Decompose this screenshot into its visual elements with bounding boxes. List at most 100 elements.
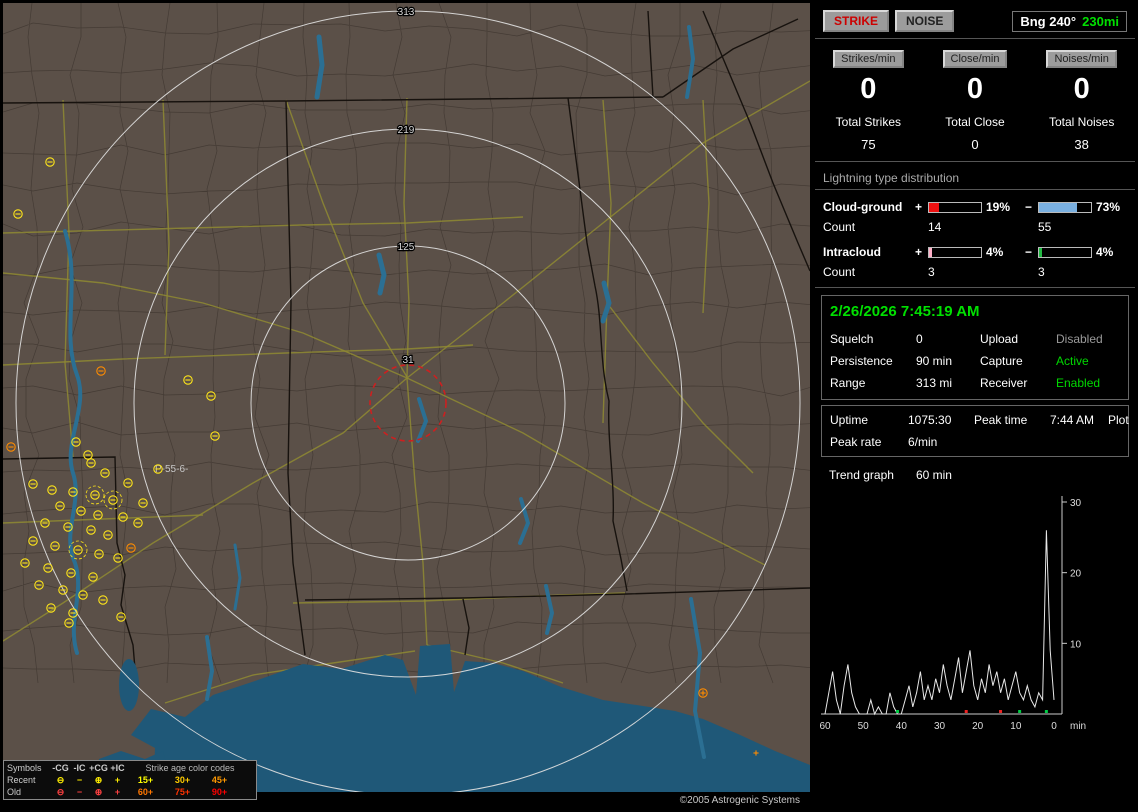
trend-green-mark <box>896 710 900 713</box>
status-box: 2/26/2026 7:45:19 AM Squelch 0 Upload Di… <box>821 295 1129 400</box>
age-code-45: 45+ <box>211 775 228 785</box>
uptime-value: 1075:30 <box>908 413 952 427</box>
trend-y-tick-label: 20 <box>1070 569 1082 580</box>
bearing-readout: Bng 240° 230mi <box>1012 10 1127 32</box>
bearing-label: Bng 240° <box>1020 13 1077 29</box>
range-ring-label: 313 <box>398 7 415 18</box>
cg-plus-count: 14 <box>928 220 942 234</box>
legend-old-label: Old <box>7 787 22 797</box>
range-value: 313 mi <box>916 376 953 390</box>
strike-map[interactable]: 313 219 125 31 P-55-6- <box>3 3 810 793</box>
strike-mode-button[interactable]: STRIKE <box>823 10 890 32</box>
ic-minus-old-icon: − <box>76 786 83 797</box>
capture-value: Active <box>1056 354 1089 368</box>
receiver-value: Enabled <box>1056 376 1101 390</box>
ic-plus-count: 3 <box>928 265 935 279</box>
trend-red-mark <box>999 710 1003 713</box>
uptime-label: Uptime <box>830 413 869 427</box>
cloud-ground-row: Cloud-ground + 19% − 73% <box>815 197 1135 217</box>
trend-x-tick-label: 60 <box>819 721 831 732</box>
total-strikes-label: Total Strikes <box>835 115 901 129</box>
legend-recent-row: Recent ⊖ − ⊕ + 15+ 30+ 45+ <box>7 774 253 786</box>
strikes-counter: Strikes/min 0 Total Strikes 75 <box>815 50 922 152</box>
peak-rate-value: 6/min <box>908 435 938 449</box>
distribution-title: Lightning type distribution <box>815 162 1135 190</box>
close-per-min-button[interactable]: Close/min <box>942 50 1008 68</box>
legend-symbols-header: Symbols <box>7 763 42 773</box>
rate-counters: Strikes/min 0 Total Strikes 75 Close/min… <box>815 39 1135 162</box>
cg-plus-icon: ⊕ <box>94 774 103 785</box>
side-panel: STRIKE NOISE Bng 240° 230mi Strikes/min 0… <box>815 3 1135 809</box>
ic-plus-bar-fill <box>929 247 932 257</box>
plus-sign: + <box>915 200 923 214</box>
ic-minus-bar-fill <box>1039 247 1042 257</box>
cg-minus-icon: ⊖ <box>56 774 65 785</box>
legend-col-ic-minus: -IC <box>73 763 86 773</box>
cg-plus-bar <box>928 201 982 213</box>
age-code-30: 30+ <box>174 775 191 785</box>
noise-mode-button[interactable]: NOISE <box>895 10 955 32</box>
map-legend: Symbols -CG -IC +CG +IC Strike age color… <box>3 760 257 800</box>
settings-grid: Squelch 0 Upload Disabled Persistence 90… <box>830 332 1120 390</box>
stats-grid: Uptime 1075:30 Peak time 7:44 AM Plot St… <box>830 413 1129 449</box>
capture-label: Capture <box>980 354 1023 368</box>
trend-red-mark <box>964 710 968 713</box>
ic-count-label: Count <box>823 265 856 279</box>
legend-col-cg-minus: -CG <box>52 763 69 773</box>
age-code-75: 75+ <box>174 787 191 797</box>
strikes-per-min-button[interactable]: Strikes/min <box>833 50 904 68</box>
total-close-value: 0 <box>971 137 979 152</box>
strikes-per-min-value: 0 <box>860 73 877 105</box>
squelch-label: Squelch <box>830 332 874 346</box>
range-ring-label: 125 <box>398 242 415 253</box>
cg-plus-bar-fill <box>929 202 939 212</box>
intracloud-label: Intracloud <box>823 245 882 259</box>
total-noises-label: Total Noises <box>1048 115 1115 129</box>
alarm-ring-label: 31 <box>402 355 414 366</box>
persistence-value: 90 min <box>916 354 953 368</box>
trend-x-tick-label: 50 <box>858 721 870 732</box>
age-code-90: 90+ <box>211 787 228 797</box>
ic-minus-icon: − <box>76 774 83 785</box>
range-label: Range <box>830 376 866 390</box>
bearing-distance: 230mi <box>1082 13 1119 29</box>
stats-box: Uptime 1075:30 Peak time 7:44 AM Plot St… <box>821 405 1129 457</box>
trend-x-tick-label: 0 <box>1051 721 1057 732</box>
persistence-label: Persistence <box>830 354 893 368</box>
map-canvas[interactable]: 31321912531P-55-6- <box>3 3 810 793</box>
noises-per-min-value: 0 <box>1073 73 1090 105</box>
trend-y-tick-label: 10 <box>1070 639 1082 650</box>
noises-counter: Noises/min 0 Total Noises 38 <box>1028 50 1135 152</box>
upload-value: Disabled <box>1056 332 1103 346</box>
close-counter: Close/min 0 Total Close 0 <box>922 50 1029 152</box>
legend-col-cg-plus: +CG <box>89 763 108 773</box>
cg-minus-bar <box>1038 201 1092 213</box>
legend-age-header: Strike age color codes <box>145 763 235 773</box>
legend-header-row: Symbols -CG -IC +CG +IC Strike age color… <box>7 762 253 774</box>
cg-minus-count: 55 <box>1038 220 1052 234</box>
trend-graph-header: Trend graph 60 min <box>815 461 1135 484</box>
cg-count-label: Count <box>823 220 856 234</box>
datetime-display: 2/26/2026 7:45:19 AM <box>830 303 980 320</box>
trend-x-tick-label: 30 <box>934 721 946 732</box>
cloud-ground-label: Cloud-ground <box>823 200 903 214</box>
nexstorm-app: 313 219 125 31 P-55-6- Symbols -CG -IC +CG +… <box>0 0 1138 812</box>
intracloud-row: Intracloud + 4% − 4% <box>815 242 1135 262</box>
age-code-60: 60+ <box>137 787 154 797</box>
cg-minus-bar-fill <box>1039 202 1077 212</box>
age-code-15: 15+ <box>137 775 154 785</box>
minus-sign: − <box>1025 245 1033 259</box>
cg-plus-pct: 19% <box>986 200 1011 214</box>
plus-sign: + <box>915 245 923 259</box>
trend-graph: 30 20 10 60 50 40 30 20 10 0 min <box>819 496 1086 732</box>
minus-sign: − <box>1025 200 1033 214</box>
ic-minus-count: 3 <box>1038 265 1045 279</box>
trend-x-tick-label: 40 <box>896 721 908 732</box>
trend-y-tick-label: 30 <box>1070 498 1082 509</box>
trend-graph-label: Trend graph <box>829 468 894 482</box>
trend-line <box>824 530 1055 716</box>
noises-per-min-button[interactable]: Noises/min <box>1046 50 1117 68</box>
close-per-min-value: 0 <box>966 73 984 105</box>
range-ring-label: 219 <box>398 125 415 136</box>
trend-x-tick-label: 10 <box>1010 721 1022 732</box>
